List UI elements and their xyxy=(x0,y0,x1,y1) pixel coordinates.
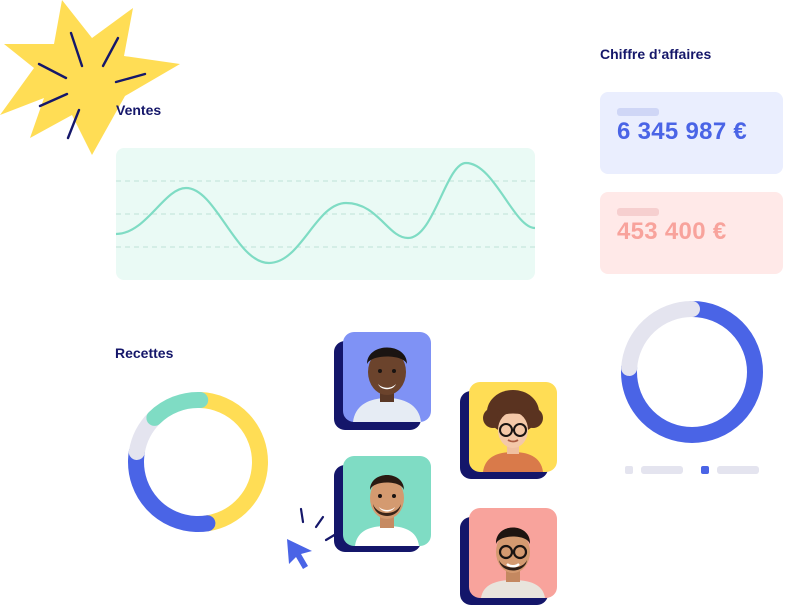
avatar-person-3 xyxy=(343,456,431,546)
legend-dot xyxy=(701,466,709,474)
revenue-card: 6 345 987 € xyxy=(600,92,783,174)
recettes-title: Recettes xyxy=(115,345,174,361)
avatar-person-4 xyxy=(469,508,557,598)
card-label-placeholder xyxy=(617,108,659,116)
revenue-value: 6 345 987 € xyxy=(617,118,748,145)
ca-donut-chart xyxy=(621,301,763,443)
chiffre-affaires-title: Chiffre d’affaires xyxy=(600,46,712,62)
secondary-value: 453 400 € xyxy=(617,218,727,245)
recettes-donut-chart xyxy=(127,392,268,533)
avatar-person-2 xyxy=(469,382,557,472)
legend-bar xyxy=(717,466,759,474)
ventes-title: Ventes xyxy=(116,102,162,118)
secondary-card: 453 400 € xyxy=(600,192,783,274)
legend-dot xyxy=(625,466,633,474)
cursor-icon xyxy=(287,539,312,569)
sales-chart xyxy=(116,148,535,280)
card-label-placeholder xyxy=(617,208,659,216)
legend-bar xyxy=(641,466,683,474)
avatar-person-1 xyxy=(343,332,431,422)
sales-line xyxy=(116,161,535,265)
